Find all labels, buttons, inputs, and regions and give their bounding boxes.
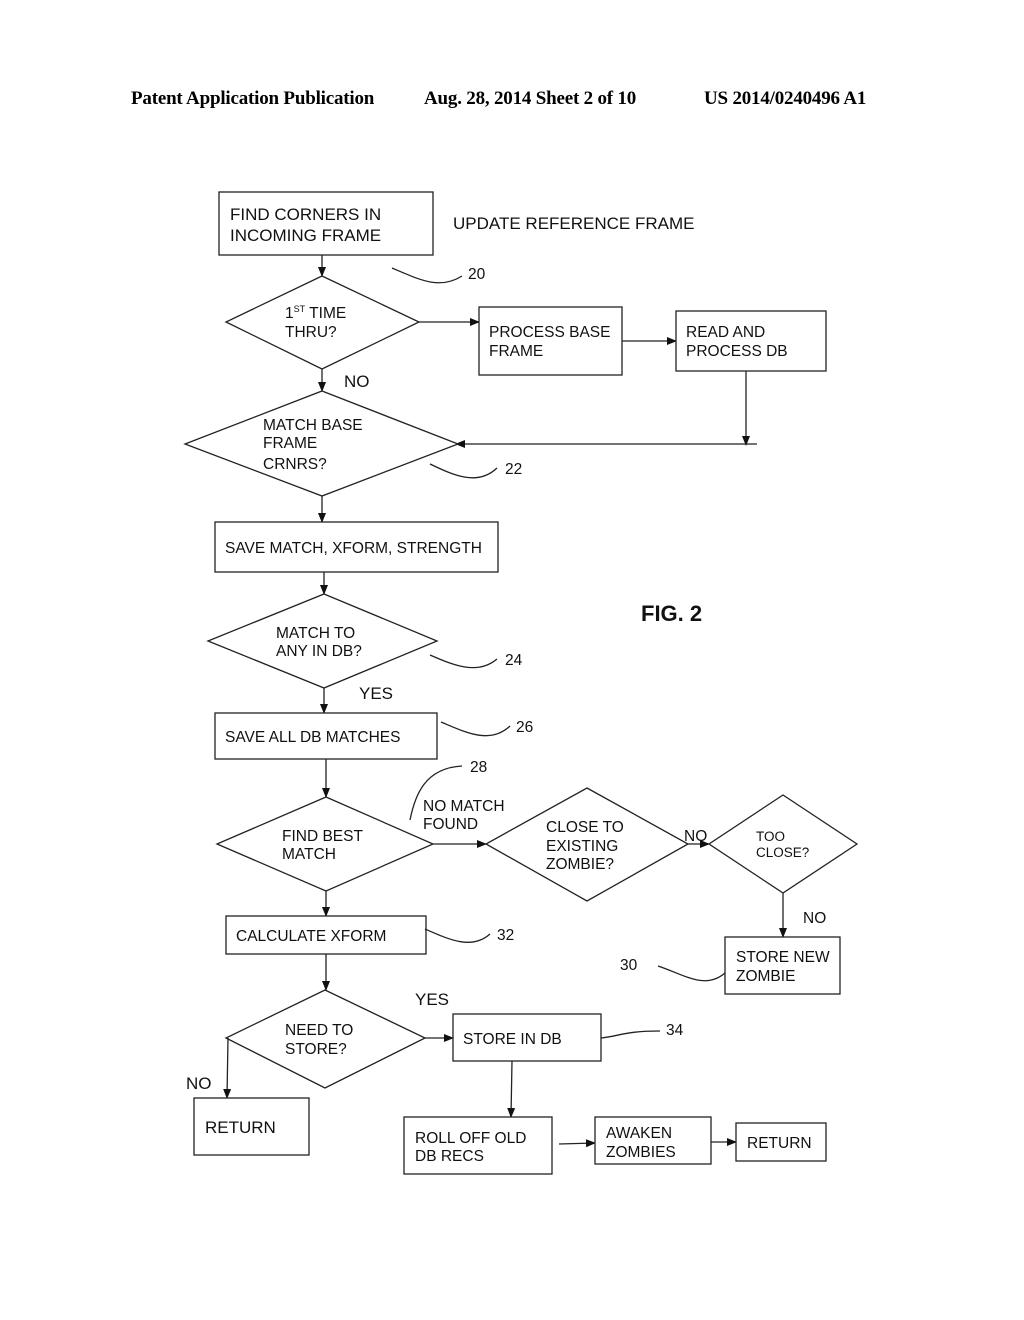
- node-text: FIND CORNERS IN: [230, 205, 381, 224]
- node-text: RETURN: [205, 1118, 276, 1137]
- node-text: STORE?: [285, 1041, 347, 1058]
- figure-label: FIG. 2: [641, 601, 702, 626]
- node-text: RETURN: [747, 1135, 812, 1152]
- edge-label-no: NO: [186, 1074, 212, 1093]
- node-text: SAVE MATCH, XFORM, STRENGTH: [225, 540, 482, 557]
- node-text: FRAME: [489, 343, 543, 360]
- decision-diamond: [183, 390, 460, 497]
- edge-label-yes: YES: [359, 684, 393, 703]
- node-text: READ AND: [686, 324, 765, 341]
- ref-leader-26: [440, 721, 511, 737]
- ref-numeral-28: 28: [470, 759, 487, 776]
- flowchart: UPDATE REFERENCE FRAME FIG. 2 FIND CORNE…: [183, 191, 859, 1175]
- node-store-in-db: STORE IN DB: [452, 1013, 602, 1062]
- node-text: CRNRS?: [263, 456, 327, 473]
- node-match-any-in-db: MATCH TO ANY IN DB?: [206, 593, 439, 689]
- ref-leader-30: [657, 965, 726, 982]
- arrow-need-store-to-return: [223, 1037, 232, 1099]
- node-too-close: TOO CLOSE?: [707, 794, 859, 894]
- node-save-all-db-matches: SAVE ALL DB MATCHES: [214, 712, 438, 760]
- node-text: TOO: [756, 829, 785, 844]
- node-text: THRU?: [285, 324, 337, 341]
- edge-label-found: FOUND: [423, 816, 478, 833]
- node-text: STORE IN DB: [463, 1031, 562, 1048]
- node-text: MATCH BASE: [263, 417, 363, 434]
- ref-numeral-32: 32: [497, 927, 514, 944]
- node-match-base-frame: MATCH BASE FRAME CRNRS?: [183, 390, 460, 497]
- node-calculate-xform: CALCULATE XFORM: [225, 915, 427, 955]
- edge-label-no: NO: [344, 372, 370, 391]
- edge-label-no: NO: [803, 910, 826, 927]
- node-text: SAVE ALL DB MATCHES: [225, 729, 400, 746]
- node-text: PROCESS DB: [686, 343, 788, 360]
- node-text: FRAME: [263, 435, 317, 452]
- ref-leader-22: [429, 463, 498, 479]
- node-text: ZOMBIE?: [546, 856, 614, 873]
- ref-numeral-34: 34: [666, 1022, 684, 1039]
- arrow-roll-off-to-awaken: [558, 1139, 596, 1148]
- node-text: FIND BEST: [282, 828, 363, 845]
- node-text: INCOMING FRAME: [230, 226, 381, 245]
- node-text: MATCH TO: [276, 625, 355, 642]
- node-text: ZOMBIES: [606, 1144, 676, 1161]
- node-text: NEED TO: [285, 1022, 353, 1039]
- node-text: CALCULATE XFORM: [236, 928, 386, 945]
- node-save-match: SAVE MATCH, XFORM, STRENGTH: [214, 521, 499, 573]
- node-find-best-match: FIND BEST MATCH: [215, 796, 435, 892]
- node-find-corners: FIND CORNERS IN INCOMING FRAME: [218, 191, 434, 256]
- decision-diamond: [224, 275, 421, 370]
- ref-numeral-26: 26: [516, 719, 533, 736]
- edge-label-no: NO: [684, 828, 707, 845]
- node-first-time-thru: 1ST TIME THRU?: [224, 275, 421, 370]
- node-text: CLOSE?: [756, 845, 809, 860]
- node-text: DB RECS: [415, 1148, 484, 1165]
- process-box: [675, 310, 827, 372]
- node-text: MATCH: [282, 846, 336, 863]
- decision-diamond: [707, 794, 859, 894]
- node-text: EXISTING: [546, 838, 618, 855]
- edge-label-no-match: NO MATCH: [423, 798, 505, 815]
- node-close-to-zombie: CLOSE TO EXISTING ZOMBIE?: [484, 787, 690, 902]
- arrow-store-db-to-roll-off: [507, 1060, 516, 1118]
- node-need-to-store: NEED TO STORE?: [224, 989, 427, 1089]
- node-return-right: RETURN: [735, 1122, 827, 1162]
- node-text: AWAKEN: [606, 1125, 672, 1142]
- ref-numeral-24: 24: [505, 652, 523, 669]
- ref-leader-24: [429, 654, 498, 669]
- decision-diamond: [224, 989, 427, 1089]
- ref-numeral-20: 20: [468, 266, 486, 283]
- ref-numeral-30: 30: [620, 957, 638, 974]
- node-text: ANY IN DB?: [276, 643, 362, 660]
- ref-leader-32: [424, 928, 491, 943]
- node-text: PROCESS BASE: [489, 324, 610, 341]
- node-roll-off-old-db-recs: ROLL OFF OLD DB RECS: [403, 1116, 553, 1175]
- ref-numeral-22: 22: [505, 461, 522, 478]
- node-store-new-zombie: STORE NEW ZOMBIE: [724, 936, 841, 995]
- node-text: CLOSE TO: [546, 819, 624, 836]
- node-return-left: RETURN: [193, 1097, 310, 1156]
- node-text: ROLL OFF OLD: [415, 1130, 526, 1147]
- edge-label-yes: YES: [415, 990, 449, 1009]
- node-awaken-zombies: AWAKEN ZOMBIES: [594, 1116, 712, 1165]
- node-text: STORE NEW: [736, 949, 830, 966]
- ref-leader-20: [391, 267, 463, 284]
- node-process-base-frame: PROCESS BASE FRAME: [478, 306, 623, 376]
- process-box: [478, 306, 623, 376]
- node-text: ZOMBIE: [736, 968, 795, 985]
- figure-caption: UPDATE REFERENCE FRAME: [453, 214, 695, 233]
- node-read-process-db: READ AND PROCESS DB: [675, 310, 827, 372]
- ref-leader-34: [600, 1030, 661, 1039]
